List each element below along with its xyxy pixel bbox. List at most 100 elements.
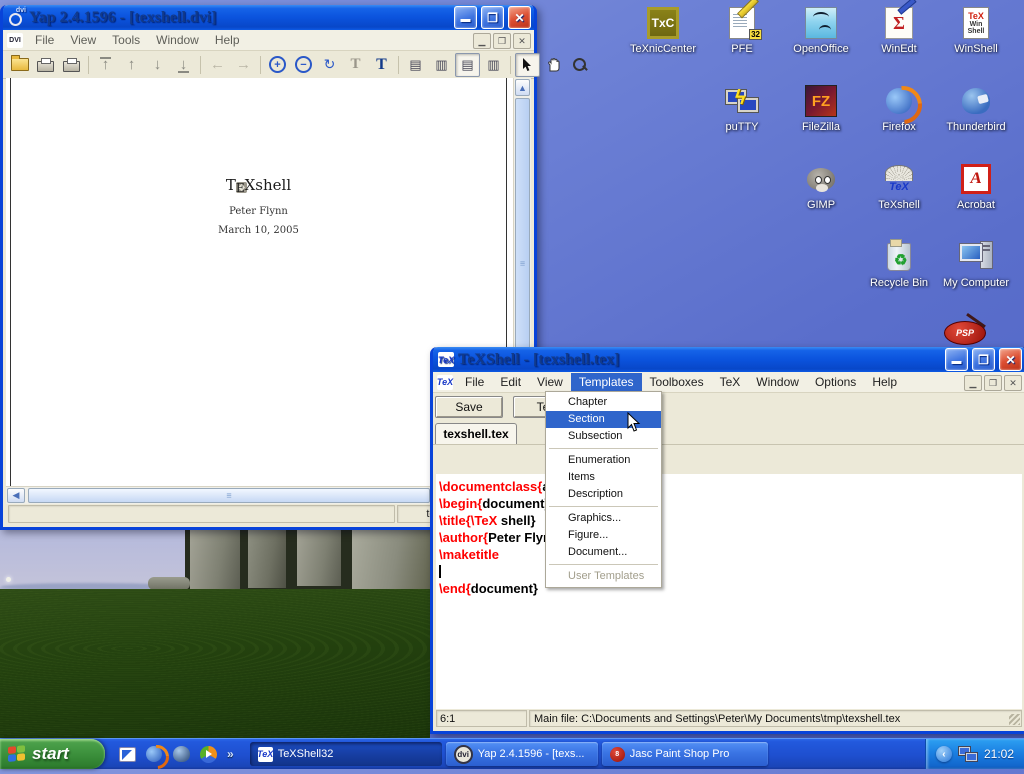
scroll-up-arrow[interactable]: ▲: [515, 79, 530, 96]
yap-maximize-button[interactable]: ❒: [481, 6, 504, 29]
desktop-icon-texshell[interactable]: TeXTeXshell: [860, 162, 938, 236]
openoffice-icon: [803, 6, 839, 40]
pfe-icon: 32: [724, 6, 760, 40]
thunderbird-quicklaunch-icon[interactable]: [171, 744, 191, 764]
zoom-in-icon[interactable]: +: [265, 53, 290, 77]
previous-page-icon[interactable]: ↑: [119, 53, 144, 77]
editor-line: \documentclass{a: [439, 478, 1022, 495]
menu-item-description[interactable]: Description: [546, 486, 661, 503]
desktop-icon-filezilla[interactable]: FZFileZilla: [782, 84, 860, 158]
continuous-double-view-icon[interactable]: ▥: [481, 53, 506, 77]
desktop-icon-recyclebin[interactable]: ♻Recycle Bin: [860, 240, 938, 314]
open-file-icon[interactable]: [7, 53, 32, 77]
desktop-icon-winedt[interactable]: ΣWinEdt: [860, 6, 938, 80]
text-select-icon[interactable]: T: [369, 53, 394, 77]
desktop-icon-acrobat[interactable]: AAcrobat: [937, 162, 1015, 236]
zoom-out-icon[interactable]: −: [291, 53, 316, 77]
texshell-editor[interactable]: \documentclass{a\begin{document}\title{\…: [436, 474, 1022, 709]
back-icon[interactable]: ←: [205, 53, 230, 77]
yap-menubar: DVI FileViewToolsWindowHelp ▁ ❒ ✕: [3, 30, 534, 51]
toolbar-separator: [88, 56, 89, 74]
menu-item-figure[interactable]: Figure...: [546, 527, 661, 544]
texshell-menu-edit[interactable]: Edit: [492, 373, 529, 391]
texshell-menu-tex[interactable]: TeX: [712, 373, 749, 391]
texshell-minimize-button[interactable]: ▬: [945, 348, 968, 371]
menu-item-document[interactable]: Document...: [546, 544, 661, 561]
yap-menu-view[interactable]: View: [62, 31, 104, 49]
yap-menu-window[interactable]: Window: [148, 31, 207, 49]
texshell-menu-toolboxes[interactable]: Toolboxes: [642, 373, 712, 391]
next-page-icon[interactable]: ↓: [145, 53, 170, 77]
texshell-mdi-minimize-button[interactable]: ▁: [964, 375, 982, 391]
texshell-menu-options[interactable]: Options: [807, 373, 864, 391]
menu-item-graphics[interactable]: Graphics...: [546, 510, 661, 527]
tab-texshell-tex[interactable]: texshell.tex: [435, 423, 517, 444]
menu-item-enumeration[interactable]: Enumeration: [546, 452, 661, 469]
desktop-icon-pfe[interactable]: 32PFE: [703, 6, 781, 80]
texshell-maximize-button[interactable]: ❒: [972, 348, 995, 371]
templates-dropdown-menu: ChapterSectionSubsection EnumerationItems…: [545, 391, 662, 588]
desktop-icon-label: puTTY: [703, 121, 781, 133]
ruler-icon[interactable]: T: [343, 53, 368, 77]
texshell-menu-view[interactable]: View: [529, 373, 571, 391]
menu-item-items[interactable]: Items: [546, 469, 661, 486]
print-icon[interactable]: [33, 53, 58, 77]
media-player-quicklaunch-icon[interactable]: [198, 744, 218, 764]
menu-item-subsection[interactable]: Subsection: [546, 428, 661, 445]
magnifier-tool-icon[interactable]: [567, 53, 592, 77]
texshell-mdi-close-button[interactable]: ✕: [1004, 375, 1022, 391]
menu-item-chapter[interactable]: Chapter: [546, 394, 661, 411]
desktop-icon-gimp[interactable]: GIMP: [782, 162, 860, 236]
yap-menu-help[interactable]: Help: [207, 31, 248, 49]
taskbar-button-yap[interactable]: dviYap 2.4.1596 - [texs...: [446, 742, 598, 766]
forward-icon[interactable]: →: [231, 53, 256, 77]
desktop-icon-psp[interactable]: PSP: [944, 321, 986, 345]
yap-minimize-button[interactable]: ▬: [454, 6, 477, 29]
menu-item-section[interactable]: Section: [546, 411, 661, 428]
desktop-icon-texniccenter[interactable]: TxCTeXnicCenter: [624, 6, 702, 80]
yap-mdi-restore-button[interactable]: ❒: [493, 33, 511, 49]
print-setup-icon[interactable]: [59, 53, 84, 77]
resize-grip[interactable]: [1009, 714, 1020, 725]
yap-menu-tools[interactable]: Tools: [104, 31, 148, 49]
tray-collapse-chevron-icon[interactable]: ‹: [936, 746, 952, 762]
quicklaunch-overflow-chevron-icon[interactable]: »: [227, 747, 234, 761]
taskbar-clock[interactable]: 21:02: [984, 747, 1014, 761]
scroll-left-arrow[interactable]: ◀: [7, 488, 25, 503]
texshell-menu-file[interactable]: File: [457, 373, 492, 391]
single-page-view-icon[interactable]: ▤: [403, 53, 428, 77]
firefox-quicklaunch-icon[interactable]: [144, 744, 164, 764]
taskbar-button-texshell[interactable]: TeXTeXShell32: [250, 742, 442, 766]
horizontal-scroll-thumb[interactable]: [28, 488, 430, 503]
desktop-icon-mycomputer[interactable]: My Computer: [937, 240, 1015, 314]
editor-line: \maketitle: [439, 546, 1022, 563]
select-tool-icon[interactable]: [515, 53, 540, 77]
start-button[interactable]: start: [0, 739, 105, 769]
last-page-icon[interactable]: ↓: [171, 53, 196, 77]
yap-mdi-minimize-button[interactable]: ▁: [473, 33, 491, 49]
double-page-view-icon[interactable]: ▥: [429, 53, 454, 77]
refresh-icon[interactable]: ↻: [317, 53, 342, 77]
yap-close-button[interactable]: ✕: [508, 6, 531, 29]
desktop-icon-firefox[interactable]: Firefox: [860, 84, 938, 158]
texshell-titlebar[interactable]: TeX TeXShell - [texshell.tex] ▬ ❒ ✕: [433, 347, 1024, 372]
desktop-icon-thunderbird[interactable]: Thunderbird: [937, 84, 1015, 158]
yap-menu-file[interactable]: File: [27, 31, 62, 49]
desktop-icon-winshell[interactable]: TeXWinShellWinShell: [937, 6, 1015, 80]
texshell-mdi-restore-button[interactable]: ❒: [984, 375, 1002, 391]
yap-mdi-close-button[interactable]: ✕: [513, 33, 531, 49]
save-button[interactable]: Save: [435, 396, 503, 418]
texshell-menu-window[interactable]: Window: [748, 373, 807, 391]
network-tray-icon[interactable]: [958, 746, 978, 763]
pan-tool-icon[interactable]: [541, 53, 566, 77]
desktop-icon-openoffice[interactable]: OpenOffice: [782, 6, 860, 80]
texshell-close-button[interactable]: ✕: [999, 348, 1022, 371]
first-page-icon[interactable]: ↑: [93, 53, 118, 77]
texshell-menu-help[interactable]: Help: [864, 373, 905, 391]
show-desktop-icon[interactable]: [117, 744, 137, 764]
yap-titlebar[interactable]: Yap 2.4.1596 - [texshell.dvi] ▬ ❒ ✕: [3, 5, 534, 30]
desktop-icon-putty[interactable]: ϟpuTTY: [703, 84, 781, 158]
texshell-menu-templates[interactable]: Templates: [571, 373, 642, 391]
taskbar-button-psp[interactable]: 8Jasc Paint Shop Pro: [602, 742, 768, 766]
continuous-view-icon[interactable]: ▤: [455, 53, 480, 77]
